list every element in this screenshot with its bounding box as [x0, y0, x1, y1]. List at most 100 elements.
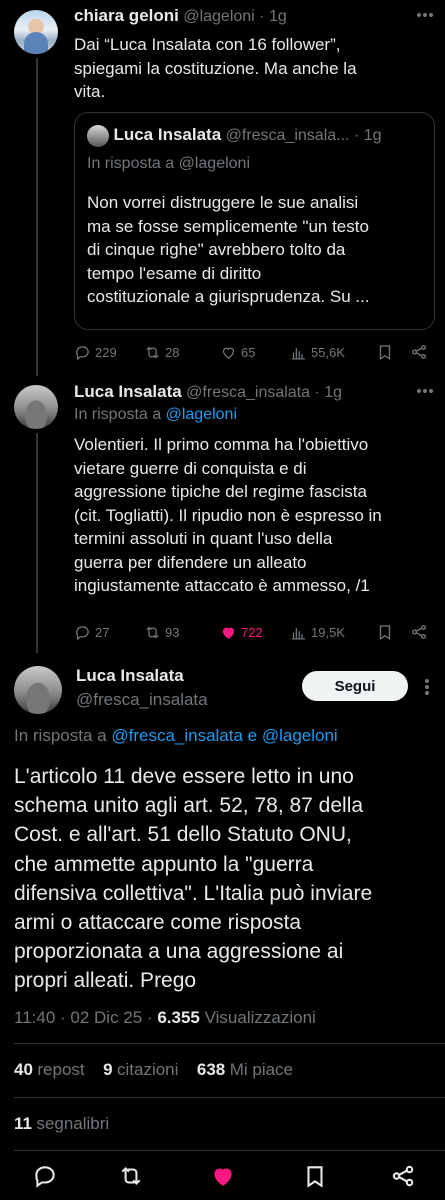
views-button[interactable]: 19,5K [290, 624, 376, 641]
text-line: propri alleati. Prego [14, 969, 197, 993]
more-icon[interactable] [424, 678, 430, 696]
text-line: (cit. Togliatti). Il ripudio non è espre… [74, 505, 382, 525]
views-button[interactable]: 55,6K [290, 344, 376, 361]
reply-prefix: In risposta a [87, 155, 175, 172]
views-label: Visualizzazioni [204, 1008, 316, 1027]
tweet1-actions: 229 28 65 55,6K [74, 343, 434, 361]
text-line: vietare guerre di conquista e di [74, 458, 307, 478]
main-tweet-text: L'articolo 11 deve essere letto in uno s… [14, 762, 439, 996]
text-line: vita. [74, 82, 106, 101]
text-line: che ammette appunto la "guerra [14, 852, 314, 876]
quote-header: Luca Insalata @fresca_insala... · 1g [87, 125, 382, 147]
like-button[interactable]: 722 [220, 624, 290, 641]
views-count: 19,5K [311, 624, 345, 640]
reply-icon [76, 345, 89, 360]
text-line: Non vorrei distruggere le sue analisi [87, 193, 359, 212]
thread-line [36, 58, 38, 376]
avatar-luca-insalata-main[interactable] [14, 666, 62, 714]
author-name[interactable]: Luca Insalata [76, 666, 208, 686]
text-line: guerra per difendere un alleato [74, 552, 307, 572]
avatar-luca-insalata[interactable] [14, 385, 58, 429]
reply-icon[interactable] [32, 1163, 58, 1189]
text-line: termini assoluti in quant l'uso della [74, 529, 333, 548]
like-icon [222, 627, 235, 639]
quote-author-name: Luca Insalata [113, 125, 222, 145]
text-line: costituzionale a giurisprudenza. Su ... [87, 287, 370, 306]
quote-text: Non vorrei distruggere le sue analisi ma… [87, 191, 427, 309]
share-icon[interactable] [410, 343, 428, 361]
text-line: proporzionata a una aggressione ai [14, 940, 344, 964]
tweet2-reply-context: In risposta a @lageloni [74, 406, 237, 424]
bookmark-icon[interactable] [376, 343, 394, 361]
views-icon [292, 347, 305, 360]
repost-icon [146, 626, 159, 638]
author-handle[interactable]: @fresca_insalata [76, 690, 208, 710]
like-button[interactable]: 65 [220, 344, 290, 361]
reply-to: @lageloni [178, 155, 251, 172]
repost-button[interactable]: 93 [144, 624, 220, 641]
quote-reply-context: In risposta a @lageloni [87, 155, 250, 173]
avatar-chiara-geloni[interactable] [14, 10, 58, 54]
bookmarks-number: 11 [14, 1114, 32, 1133]
likes-stat[interactable]: 638 Mi piace [197, 1060, 294, 1079]
author-name[interactable]: Luca Insalata [74, 382, 182, 401]
quotes-stat[interactable]: 9 citazioni [103, 1060, 183, 1079]
divider [14, 1150, 445, 1151]
like-count: 722 [241, 624, 263, 640]
bookmarks-label: segnalibri [36, 1114, 110, 1133]
reposts-stat[interactable]: 40 repost [14, 1060, 89, 1079]
text-line: armi o attaccare come risposta [14, 911, 302, 935]
text-line: Cost. e all'art. 51 dello Statuto ONU, [14, 823, 352, 847]
reply-button[interactable]: 229 [74, 344, 144, 361]
like-icon[interactable] [210, 1163, 236, 1189]
text-line: Dai “Luca Insalata con 16 follower”, [74, 35, 341, 54]
reposts-number: 40 [14, 1060, 33, 1079]
text-line: aggressione tipiche del regime fascista [74, 482, 367, 501]
likes-label: Mi piace [229, 1060, 294, 1079]
tweet2-header: Luca Insalata @fresca_insalata · 1g [74, 382, 342, 402]
reposts-label: repost [37, 1060, 85, 1079]
more-icon[interactable] [416, 12, 434, 18]
reply-to-link[interactable]: @lageloni [166, 406, 237, 423]
author-name[interactable]: chiara geloni [74, 6, 179, 25]
reply-to-link[interactable]: @fresca_insalata e @lageloni [111, 726, 337, 745]
views-icon [292, 627, 305, 640]
text-line: tempo l'esame di diritto [87, 263, 262, 283]
tweet2-actions: 27 93 722 19,5K [74, 623, 434, 641]
bookmark-icon[interactable] [376, 623, 394, 641]
engagement-stats: 40 repost 9 citazioni 638 Mi piace [14, 1060, 293, 1080]
main-author: Luca Insalata @fresca_insalata [76, 666, 208, 710]
tweet-timestamp[interactable]: 11:40 · 02 Dic 25 · [14, 1008, 153, 1027]
text-line: spiegami la costituzione. Ma anche la [74, 58, 357, 78]
author-handle[interactable]: @lageloni [183, 8, 254, 25]
text-line: schema unito agli art. 52, 78, 87 della [14, 794, 364, 818]
quote-avatar [87, 125, 109, 147]
like-icon [222, 347, 235, 359]
bookmarks-stat[interactable]: 11 segnalibri [14, 1114, 109, 1134]
reply-button[interactable]: 27 [74, 624, 144, 641]
divider [14, 1097, 445, 1098]
timestamp[interactable]: · 1g [314, 384, 342, 401]
thread-line [36, 433, 38, 653]
text-line: difensiva collettiva". L'Italia può invi… [14, 881, 373, 905]
views-count: 55,6K [311, 344, 345, 360]
author-handle[interactable]: @fresca_insalata [186, 384, 310, 401]
repost-button[interactable]: 28 [144, 344, 220, 361]
divider [14, 1043, 445, 1044]
timestamp[interactable]: · 1g [259, 8, 287, 25]
quoted-tweet[interactable]: Luca Insalata @fresca_insala... · 1g In … [74, 112, 435, 330]
reply-count: 27 [95, 624, 110, 640]
text-line: di cinque righe" avrebbero tolto da [87, 240, 346, 259]
share-icon[interactable] [410, 623, 428, 641]
like-count: 65 [241, 344, 256, 360]
more-icon[interactable] [416, 388, 434, 394]
views-number: 6.355 [157, 1008, 200, 1027]
repost-icon[interactable] [118, 1163, 144, 1189]
quote-timestamp: · 1g [353, 127, 382, 145]
text-line: L'articolo 11 deve essere letto in uno [14, 765, 354, 788]
follow-button[interactable]: Segui [302, 671, 408, 701]
text-line: ingiustamente attaccato è ammesso, /1 [74, 576, 370, 595]
tweet1-text: Dai “Luca Insalata con 16 follower”, spi… [74, 33, 434, 104]
share-icon[interactable] [390, 1163, 416, 1189]
bookmark-icon[interactable] [302, 1163, 328, 1189]
